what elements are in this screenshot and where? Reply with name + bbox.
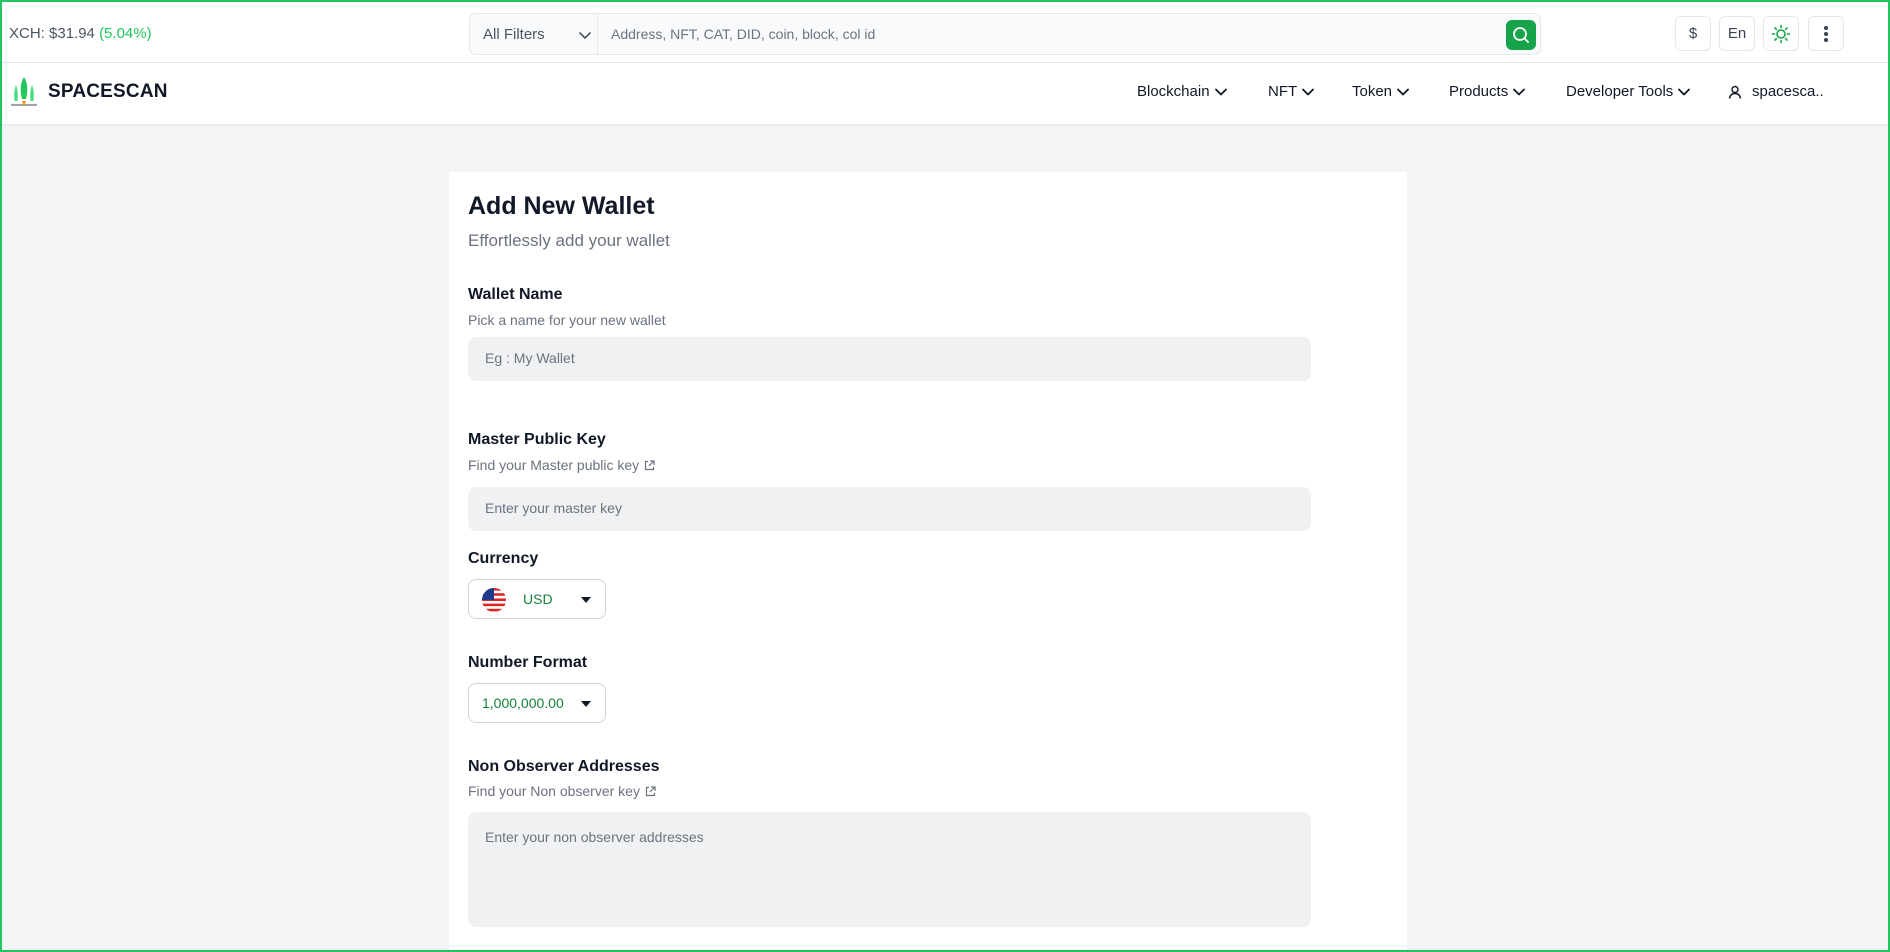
nav-nft[interactable]: NFT bbox=[1268, 83, 1315, 100]
nav-products[interactable]: Products bbox=[1449, 83, 1526, 100]
us-flag-icon bbox=[482, 588, 506, 612]
caret-down-icon bbox=[581, 701, 591, 707]
xch-price-change: (5.04%) bbox=[99, 25, 152, 42]
filter-label: All Filters bbox=[483, 26, 545, 43]
chevron-down-icon bbox=[1513, 88, 1526, 96]
chevron-down-icon bbox=[1678, 88, 1691, 96]
currency-button[interactable]: $ bbox=[1675, 16, 1711, 51]
master-key-help-link[interactable]: Find your Master public key bbox=[468, 457, 655, 473]
non-observer-help-link[interactable]: Find your Non observer key bbox=[468, 783, 656, 799]
nav-products-label: Products bbox=[1449, 83, 1509, 100]
chevron-down-icon bbox=[1397, 88, 1409, 96]
chevron-down-icon bbox=[1302, 88, 1315, 96]
main-nav: SPACESCAN Blockchain NFT Token Products … bbox=[0, 63, 1890, 124]
number-format-label: Number Format bbox=[468, 654, 588, 671]
filter-dropdown[interactable]: All Filters bbox=[470, 14, 598, 54]
search-button[interactable] bbox=[1506, 20, 1536, 50]
language-button[interactable]: En bbox=[1719, 16, 1755, 51]
nav-nft-label: NFT bbox=[1268, 83, 1298, 100]
theme-toggle-button[interactable] bbox=[1763, 16, 1799, 51]
external-link-icon bbox=[645, 786, 656, 797]
external-link-icon bbox=[645, 460, 655, 471]
sun-icon bbox=[1771, 24, 1791, 44]
nav-token[interactable]: Token bbox=[1352, 83, 1410, 100]
master-key-help-text: Find your Master public key bbox=[468, 457, 640, 473]
page-subtitle: Effortlessly add your wallet bbox=[468, 231, 670, 250]
kebab-menu-icon bbox=[1824, 26, 1828, 42]
add-wallet-card: Add New Wallet Effortlessly add your wal… bbox=[449, 172, 1407, 952]
nav-token-label: Token bbox=[1352, 83, 1393, 100]
wallet-name-input[interactable]: Eg : My Wallet bbox=[468, 337, 1311, 381]
number-format-select[interactable]: 1,000,000.00 bbox=[468, 683, 606, 723]
caret-down-icon bbox=[581, 597, 591, 603]
currency-label: Currency bbox=[468, 550, 539, 567]
chevron-down-icon bbox=[1214, 88, 1227, 96]
number-format-value: 1,000,000.00 bbox=[482, 695, 564, 711]
user-name: spacesca.. bbox=[1752, 83, 1824, 100]
nav-blockchain[interactable]: Blockchain bbox=[1137, 83, 1228, 100]
page-title: Add New Wallet bbox=[468, 192, 655, 220]
nav-developer-tools-label: Developer Tools bbox=[1566, 83, 1674, 100]
spacescan-logo-icon[interactable] bbox=[9, 75, 39, 107]
currency-select[interactable]: USD bbox=[468, 579, 606, 619]
nav-developer-tools[interactable]: Developer Tools bbox=[1566, 83, 1691, 100]
top-bar: XCH: $31.94 (5.04%) All Filters Address,… bbox=[0, 0, 1890, 63]
non-observer-label: Non Observer Addresses bbox=[468, 758, 660, 775]
wallet-name-help: Pick a name for your new wallet bbox=[468, 312, 666, 328]
search-icon bbox=[1513, 27, 1529, 43]
currency-value: USD bbox=[523, 591, 553, 607]
nav-blockchain-label: Blockchain bbox=[1137, 83, 1210, 100]
user-menu[interactable]: spacesca.. bbox=[1728, 83, 1824, 100]
non-observer-help-text: Find your Non observer key bbox=[468, 783, 640, 799]
brand-name[interactable]: SPACESCAN bbox=[48, 81, 168, 103]
more-menu-button[interactable] bbox=[1808, 16, 1844, 51]
xch-price: XCH: $31.94 bbox=[9, 25, 95, 42]
wallet-name-label: Wallet Name bbox=[468, 286, 563, 303]
search-input[interactable]: Address, NFT, CAT, DID, coin, block, col… bbox=[611, 26, 875, 42]
master-key-label: Master Public Key bbox=[468, 431, 606, 448]
user-icon bbox=[1728, 85, 1742, 99]
xch-price-ticker: XCH: $31.94 (5.04%) bbox=[9, 25, 152, 42]
search-bar: All Filters Address, NFT, CAT, DID, coin… bbox=[469, 13, 1541, 55]
non-observer-textarea[interactable]: Enter your non observer addresses bbox=[468, 812, 1311, 927]
master-key-input[interactable]: Enter your master key bbox=[468, 487, 1311, 531]
chevron-down-icon bbox=[579, 32, 591, 39]
